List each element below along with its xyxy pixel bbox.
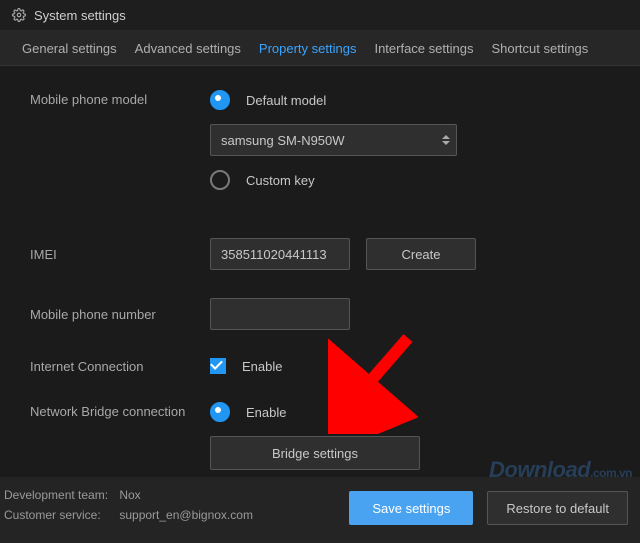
row-imei: IMEI Create: [30, 238, 610, 270]
save-settings-button[interactable]: Save settings: [349, 491, 473, 525]
custom-key-option-label: Custom key: [246, 173, 315, 188]
footer: Development team: Nox Customer service: …: [0, 477, 640, 543]
radio-bridge-enable[interactable]: [210, 402, 230, 422]
footer-info: Development team: Nox Customer service: …: [4, 485, 253, 543]
radio-custom-key[interactable]: [210, 170, 230, 190]
footer-buttons: Save settings Restore to default: [349, 485, 628, 543]
create-button[interactable]: Create: [366, 238, 476, 270]
imei-input[interactable]: [210, 238, 350, 270]
customer-service-label: Customer service:: [4, 505, 116, 525]
restore-default-button[interactable]: Restore to default: [487, 491, 628, 525]
tab-advanced[interactable]: Advanced settings: [135, 41, 241, 56]
tab-shortcut[interactable]: Shortcut settings: [491, 41, 588, 56]
tab-general[interactable]: General settings: [22, 41, 117, 56]
bridge-settings-button[interactable]: Bridge settings: [210, 436, 420, 470]
content: Mobile phone model Default model samsung…: [0, 66, 640, 510]
tab-bar: General settings Advanced settings Prope…: [0, 31, 640, 66]
network-bridge-label: Network Bridge connection: [30, 402, 210, 419]
bridge-enable-option[interactable]: Enable: [210, 402, 420, 422]
row-internet-connection: Internet Connection Enable: [30, 358, 610, 374]
internet-enable-label: Enable: [242, 359, 282, 374]
dev-team-value: Nox: [119, 488, 140, 502]
dev-team-label: Development team:: [4, 485, 116, 505]
internet-connection-label: Internet Connection: [30, 359, 210, 374]
radio-default-model[interactable]: [210, 90, 230, 110]
row-phone-number: Mobile phone number: [30, 298, 610, 330]
customer-service-link[interactable]: support_en@bignox.com: [119, 508, 253, 522]
phone-model-label: Mobile phone model: [30, 90, 210, 107]
phone-model-select-value: samsung SM-N950W: [221, 133, 345, 148]
phone-number-label: Mobile phone number: [30, 307, 210, 322]
title-bar: System settings: [0, 0, 640, 31]
window-title: System settings: [34, 8, 126, 23]
gear-icon: [12, 8, 26, 22]
custom-key-option[interactable]: Custom key: [210, 170, 457, 190]
default-model-option[interactable]: Default model: [210, 90, 457, 110]
tab-interface[interactable]: Interface settings: [374, 41, 473, 56]
row-phone-model: Mobile phone model Default model samsung…: [30, 90, 610, 190]
default-model-option-label: Default model: [246, 93, 326, 108]
imei-label: IMEI: [30, 247, 210, 262]
phone-number-input[interactable]: [210, 298, 350, 330]
internet-enable-option[interactable]: Enable: [210, 358, 282, 374]
tab-property[interactable]: Property settings: [259, 41, 357, 56]
phone-model-select[interactable]: samsung SM-N950W: [210, 124, 457, 156]
select-stepper-icon: [442, 135, 450, 145]
checkbox-internet-enable[interactable]: [210, 358, 226, 374]
bridge-enable-label: Enable: [246, 405, 286, 420]
